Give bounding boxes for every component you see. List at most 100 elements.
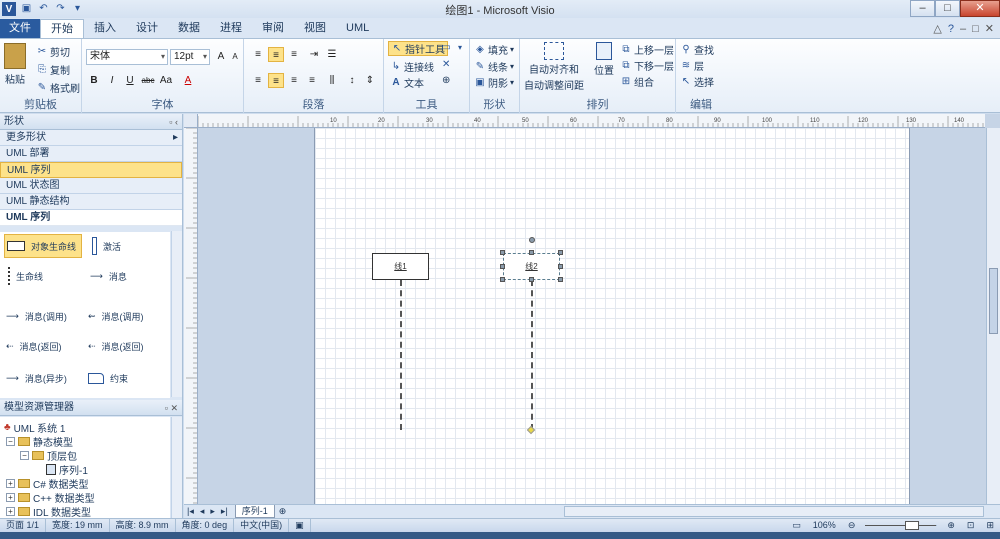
more-shapes-item[interactable]: 更多形状 ▸ — [0, 130, 182, 146]
zoom-slider[interactable] — [861, 519, 941, 532]
font-name-combo[interactable]: 宋体 ▾ — [86, 49, 168, 65]
position-button[interactable]: 位置 — [594, 42, 614, 77]
align-bottom-icon[interactable]: ≡ — [286, 47, 302, 62]
selection-handle[interactable] — [558, 277, 563, 282]
underline-icon[interactable]: U — [122, 73, 138, 88]
tree-item-top-package[interactable]: − 顶层包 — [20, 448, 77, 463]
bold-icon[interactable]: B — [86, 73, 102, 88]
status-language[interactable]: 中文(中国) — [234, 519, 290, 532]
stencil-uml-sequence[interactable]: UML 序列 — [0, 162, 182, 178]
stencil-uml-statechart[interactable]: UML 状态图 — [0, 178, 182, 194]
shrink-font-icon[interactable]: A — [227, 49, 243, 64]
font-color-icon[interactable]: A — [180, 73, 196, 88]
collapse-icon[interactable]: − — [20, 451, 29, 460]
align-right-icon[interactable]: ≡ — [286, 73, 302, 88]
expand-icon[interactable]: + — [6, 507, 15, 516]
tab-file[interactable]: 文件 — [0, 19, 40, 38]
help-icon[interactable]: ? — [948, 23, 954, 35]
stencil-uml-deployment[interactable]: UML 部署 — [0, 146, 182, 162]
tree-item-idl-types[interactable]: + IDL 数据类型 — [6, 504, 91, 519]
fill-button[interactable]: ◈ 填充 ▾ — [474, 42, 514, 58]
connection-point-icon[interactable]: ⊕ — [442, 75, 450, 86]
selection-handle[interactable] — [558, 250, 563, 255]
shape-message[interactable]: ⟶ 消息 — [90, 264, 127, 288]
find-button[interactable]: ⚲ 查找 — [680, 42, 714, 58]
maximize-button[interactable]: □ — [935, 0, 960, 17]
tree-item-static-model[interactable]: − 静态模型 — [6, 434, 73, 449]
pan-zoom-icon[interactable]: ⊞ — [980, 519, 1000, 532]
tab-view[interactable]: 视图 — [294, 19, 336, 38]
align-top-icon[interactable]: ≡ — [250, 47, 266, 62]
tab-review[interactable]: 审阅 — [252, 19, 294, 38]
minimize-button[interactable]: – — [910, 0, 935, 17]
shape-message-call[interactable]: ⟶ 消息(调用) — [6, 304, 67, 328]
font-size-combo[interactable]: 12pt ▾ — [170, 49, 210, 65]
pointer-tool-button[interactable]: ↖ 指针工具 — [388, 41, 448, 56]
zoom-in-icon[interactable]: ⊕ — [941, 519, 961, 532]
cut-button[interactable]: ✂ 剪切 — [36, 44, 70, 60]
tree-item-sequence-1[interactable]: 序列-1 — [46, 462, 88, 477]
shape-activation[interactable]: 激活 — [92, 234, 121, 258]
shadow-button[interactable]: ▣ 阴影 ▾ — [474, 75, 514, 91]
tree-item-csharp-types[interactable]: + C# 数据类型 — [6, 476, 89, 491]
format-painter-button[interactable]: ✎ 格式刷 — [36, 80, 80, 96]
delete-connector-icon[interactable]: ✕ — [442, 59, 450, 70]
panel-controls[interactable]: ▫ ‹ — [169, 114, 178, 130]
tab-home[interactable]: 开始 — [40, 19, 84, 38]
selection-handle[interactable] — [529, 277, 534, 282]
select-button[interactable]: ↖ 选择 — [680, 74, 714, 90]
align-left-icon[interactable]: ≡ — [250, 73, 266, 88]
shape-lifeline[interactable]: 生命线 — [8, 264, 43, 288]
paste-button[interactable]: 粘贴 — [4, 43, 26, 86]
spacing-icon[interactable]: ⇕ — [362, 73, 378, 88]
status-page[interactable]: 页面 1/1 — [0, 519, 47, 532]
close-button[interactable]: ✕ — [960, 0, 1000, 17]
tab-data[interactable]: 数据 — [168, 19, 210, 38]
model-tree-scrollbar[interactable] — [171, 417, 182, 518]
shapes-scrollbar[interactable] — [171, 231, 182, 397]
expand-icon[interactable]: + — [6, 479, 15, 488]
shape-object-lifeline[interactable]: 对象生命线 — [4, 234, 82, 258]
lifeline-1-line[interactable] — [400, 280, 402, 430]
selection-handle[interactable] — [558, 264, 563, 269]
group-button[interactable]: ⊞ 组合 — [620, 74, 654, 90]
horizontal-scrollbar[interactable] — [564, 506, 984, 517]
shape-constraint[interactable]: 约束 — [88, 366, 128, 390]
rotate-text-icon[interactable]: ↕ — [344, 73, 360, 88]
insert-page-icon[interactable]: ⊕ — [275, 506, 291, 517]
doc-close-icon[interactable]: ✕ — [985, 22, 994, 35]
fit-page-icon[interactable]: ⊡ — [961, 519, 981, 532]
minimize-ribbon-icon[interactable]: △ — [933, 22, 941, 35]
status-zoom[interactable]: 106% — [807, 519, 842, 532]
stencil-uml-static[interactable]: UML 静态结构 — [0, 194, 182, 210]
lifeline-2-line[interactable] — [531, 280, 533, 430]
doc-restore-icon[interactable]: □ — [972, 23, 979, 35]
last-page-icon[interactable]: ▸| — [218, 506, 231, 517]
tree-item-cpp-types[interactable]: + C++ 数据类型 — [6, 490, 95, 505]
tab-insert[interactable]: 插入 — [84, 19, 126, 38]
text-tool-button[interactable]: A 文本 — [390, 75, 424, 91]
tree-item-uml-system[interactable]: ♣ UML 系统 1 — [4, 420, 65, 435]
tab-process[interactable]: 进程 — [210, 19, 252, 38]
macro-record-icon[interactable]: ▣ — [289, 519, 311, 532]
full-screen-icon[interactable]: ▭ — [786, 519, 807, 532]
layer-button[interactable]: ≋ 层 — [680, 58, 704, 74]
indent-icon[interactable]: ⇥ — [306, 47, 322, 62]
justify-icon[interactable]: ≡ — [304, 73, 320, 88]
shape-message-return[interactable]: ⇠ 消息(返回) — [6, 334, 62, 358]
shape-message-async[interactable]: ⟶ 消息(异步) — [6, 366, 67, 390]
lifeline-end-handle[interactable] — [526, 425, 536, 435]
lifeline-1-box[interactable]: 线1 — [372, 253, 429, 280]
shape-message-call-2[interactable]: ⇜ 消息(调用) — [88, 304, 144, 328]
align-center-icon[interactable]: ≡ — [268, 73, 284, 88]
canvas-vertical-scrollbar[interactable] — [986, 128, 1000, 504]
lifeline-2-box[interactable]: 线2 — [503, 253, 560, 280]
selection-handle[interactable] — [500, 250, 505, 255]
panel-controls[interactable]: ▫ ✕ — [165, 400, 178, 416]
rectangle-tool-button[interactable]: ▭ ▾ — [440, 42, 466, 54]
selection-handle[interactable] — [500, 277, 505, 282]
strikethrough-icon[interactable]: abc — [140, 73, 156, 88]
prev-page-icon[interactable]: ◂ — [197, 506, 208, 517]
bullets-icon[interactable]: ☰ — [324, 47, 340, 62]
italic-icon[interactable]: I — [104, 73, 120, 88]
